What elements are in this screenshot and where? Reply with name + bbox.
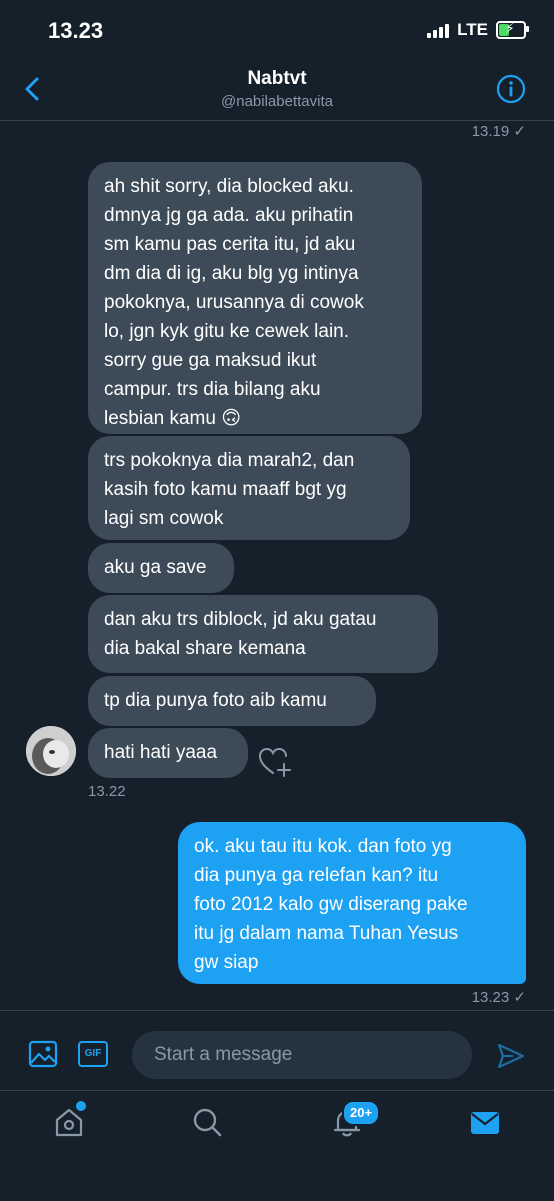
messages-envelope-icon[interactable]	[468, 1105, 502, 1139]
conversation-handle: @nabilabettavita	[221, 93, 333, 110]
message-composer: GIF	[0, 1010, 554, 1091]
message-meta: 13.23 ✓	[472, 988, 526, 1006]
search-icon[interactable]	[190, 1105, 224, 1139]
notifications-badge: 20+	[342, 1100, 381, 1126]
received-message[interactable]: tp dia punya foto aib kamu	[88, 676, 376, 726]
message-input[interactable]	[132, 1031, 472, 1079]
gif-button[interactable]: GIF	[78, 1041, 108, 1067]
conversation-header: Nabtvt @nabilabettavita	[0, 60, 554, 121]
network-label: LTE	[457, 20, 488, 39]
add-reaction-heart-icon[interactable]	[258, 746, 292, 778]
battery-icon: ⚡	[496, 20, 529, 39]
message-meta: 13.19 ✓	[472, 122, 526, 140]
timestamp: 13.23	[471, 989, 510, 1006]
info-icon[interactable]	[496, 74, 526, 104]
avatar[interactable]	[26, 726, 76, 776]
timestamp: 13.22	[88, 783, 126, 800]
status-time: 13.23	[48, 18, 104, 43]
received-message[interactable]: hati hati yaaa	[88, 728, 248, 778]
signal-icon	[427, 22, 450, 38]
received-message[interactable]: trs pokoknya dia marah2, dan kasih foto …	[88, 436, 410, 540]
conversation-title[interactable]: Nabtvt	[0, 68, 554, 90]
received-message[interactable]: dan aku trs diblock, jd aku gatau dia ba…	[88, 595, 438, 673]
status-indicators: LTE ⚡	[427, 20, 529, 40]
tab-bar: 20+	[0, 1090, 554, 1201]
send-icon[interactable]	[496, 1041, 526, 1071]
received-message[interactable]: aku ga save	[88, 543, 234, 593]
received-message[interactable]: ah shit sorry, dia blocked aku. dmnya jg…	[88, 162, 422, 434]
read-check-icon: ✓	[513, 123, 526, 140]
timestamp: 13.19	[471, 123, 510, 140]
sent-message[interactable]: ok. aku tau itu kok. dan foto yg dia pun…	[178, 822, 526, 984]
read-check-icon: ✓	[513, 989, 526, 1006]
home-unread-dot	[76, 1101, 86, 1111]
image-icon[interactable]	[28, 1039, 58, 1069]
status-bar: 13.23 LTE ⚡	[0, 0, 554, 60]
